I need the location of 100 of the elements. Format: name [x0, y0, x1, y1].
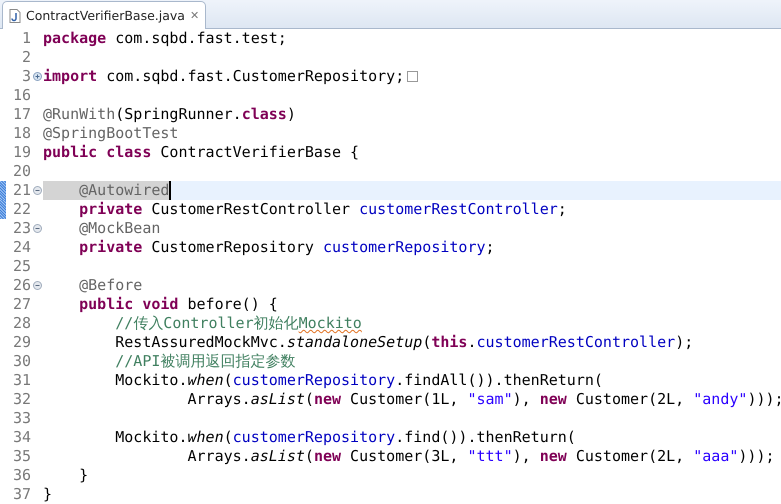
code-text: )));	[738, 447, 775, 466]
code-text: Customer(1L,	[349, 390, 460, 409]
line-number: 21	[12, 181, 31, 200]
keyword: package	[43, 29, 106, 48]
code-text: CustomerRepository	[150, 238, 315, 257]
method-name: asList	[250, 447, 305, 466]
line-number: 31	[12, 371, 31, 390]
method-name: when	[188, 371, 224, 390]
line-number: 16	[12, 86, 31, 105]
code-text: (SpringRunner.	[115, 105, 242, 124]
string-literal: "aaa"	[693, 447, 738, 466]
line-number: 32	[12, 390, 31, 409]
line-number: 33	[12, 409, 31, 428]
code-text: (	[224, 428, 233, 447]
code-text: ;	[486, 238, 495, 257]
keyword: private	[78, 200, 142, 219]
code-text: )));	[747, 390, 781, 409]
field-name: customerRepository	[232, 371, 396, 390]
method-name: when	[188, 428, 224, 447]
line-number: 26	[12, 276, 31, 295]
method-name: standaloneSetup	[286, 333, 422, 352]
line-number: 35	[12, 447, 31, 466]
string-literal: "sam"	[467, 390, 513, 409]
collapse-icon[interactable]	[32, 186, 42, 195]
code-comment: //传入Controller初始化	[114, 314, 299, 333]
string-literal: "andy"	[693, 390, 748, 409]
code-comment: //API被调用返回指定参数	[114, 352, 296, 371]
code-text: ;	[558, 200, 567, 219]
line-number: 19	[12, 143, 31, 162]
keyword: class	[242, 105, 287, 124]
code-text: }	[78, 466, 88, 485]
code-text: );	[675, 333, 694, 352]
folded-code-marker[interactable]	[407, 71, 418, 82]
code-text: (	[224, 371, 233, 390]
annotation: @SpringBootTest	[43, 124, 178, 143]
keyword: class	[106, 143, 152, 162]
line-number: 22	[12, 200, 31, 219]
keyword: public	[43, 143, 98, 162]
keyword: new	[540, 447, 567, 466]
line-number: 18	[12, 124, 31, 143]
close-icon[interactable]: ✕	[190, 9, 200, 22]
field-name: customerRestController	[476, 333, 676, 352]
keyword: void	[142, 295, 178, 314]
tab-title: ContractVerifierBase.java	[26, 8, 185, 23]
code-text: )	[286, 105, 296, 124]
annotation: @Before	[78, 276, 142, 295]
annotation: @Autowired	[43, 181, 172, 200]
code-text: ),	[512, 390, 532, 409]
collapse-icon[interactable]	[32, 224, 42, 233]
keyword: public	[78, 295, 134, 314]
line-number: 37	[12, 485, 31, 504]
line-number: 30	[12, 352, 31, 371]
line-number: 25	[12, 257, 31, 276]
code-comment: Mockito	[298, 314, 362, 333]
line-number: 34	[12, 428, 31, 447]
keyword: import	[43, 67, 98, 86]
code-text: Customer(3L,	[349, 447, 460, 466]
field-name: customerRepository	[232, 428, 396, 447]
collapse-icon[interactable]	[32, 281, 42, 290]
code-text: com.sqbd.fast.CustomerRepository;	[105, 67, 404, 86]
code-text: ContractVerifierBase {	[159, 143, 360, 162]
line-number: 23	[12, 219, 31, 238]
code-text: RestAssuredMockMvc.	[114, 333, 287, 352]
editor-tab[interactable]: ContractVerifierBase.java ✕	[2, 1, 206, 29]
code-text: com.sqbd.fast.test;	[114, 29, 287, 48]
code-text: Mockito.	[114, 371, 188, 390]
keyword: new	[540, 390, 567, 409]
code-text: (	[304, 390, 314, 409]
expand-icon[interactable]	[32, 72, 42, 81]
line-number: 24	[12, 238, 31, 257]
java-file-icon	[9, 8, 21, 22]
annotation: @MockBean	[78, 219, 160, 238]
code-text: (	[422, 333, 432, 352]
line-number: 28	[12, 314, 31, 333]
line-number: 2	[20, 48, 31, 67]
code-text: Customer(2L,	[574, 447, 686, 466]
line-number: 17	[12, 105, 31, 124]
line-number: 1	[20, 29, 31, 48]
line-number: 27	[12, 295, 31, 314]
code-text: Arrays.	[186, 390, 251, 409]
code-text: Customer(2L,	[574, 390, 686, 409]
keyword: new	[314, 447, 342, 466]
code-text: ),	[512, 447, 532, 466]
keyword: this	[431, 333, 468, 352]
keyword: private	[78, 238, 142, 257]
line-number: 20	[12, 162, 31, 181]
keyword: new	[314, 390, 342, 409]
code-text: .	[467, 333, 476, 352]
code-text: }	[43, 485, 52, 504]
line-number: 36	[12, 466, 31, 485]
field-name: customerRepository	[322, 238, 486, 257]
code-text: CustomerRestController	[150, 200, 352, 219]
method-name: asList	[250, 390, 305, 409]
string-literal: "ttt"	[467, 447, 513, 466]
annotation: @RunWith	[43, 105, 116, 124]
line-number: 29	[12, 333, 31, 352]
code-text: before() {	[186, 295, 278, 314]
code-text: Mockito.	[114, 428, 188, 447]
field-name: customerRestController	[359, 200, 558, 219]
line-number: 3	[20, 67, 31, 86]
